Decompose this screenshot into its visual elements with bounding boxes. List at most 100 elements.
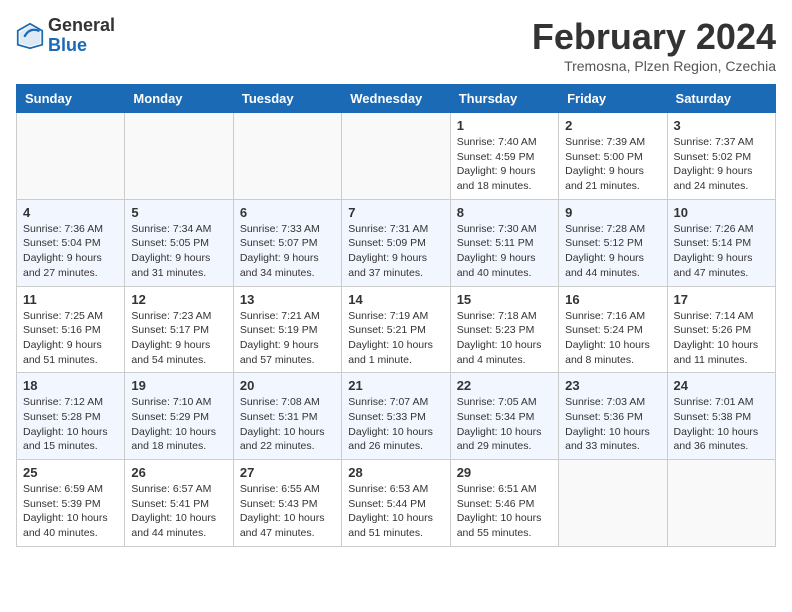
calendar-cell: 11Sunrise: 7:25 AM Sunset: 5:16 PM Dayli… <box>17 286 125 373</box>
day-info: Sunrise: 6:57 AM Sunset: 5:41 PM Dayligh… <box>131 482 226 541</box>
calendar-cell: 27 Sunrise: 6:55 AM Sunset: 5:43 PM Dayli… <box>233 460 341 547</box>
day-number: 24 <box>674 378 769 393</box>
logo-text: General Blue <box>48 16 115 56</box>
calendar-cell: 15 Sunrise: 7:18 AM Sunset: 5:23 PM Dayli… <box>450 286 558 373</box>
calendar-cell: 28Sunrise: 6:53 AM Sunset: 5:44 PM Dayli… <box>342 460 450 547</box>
calendar-cell: 17 Sunrise: 7:14 AM Sunset: 5:26 PM Dayli… <box>667 286 775 373</box>
calendar-cell: 8 Sunrise: 7:30 AM Sunset: 5:11 PM Daylig… <box>450 199 558 286</box>
day-number: 16 <box>565 292 660 307</box>
day-info: Sunrise: 7:03 AM Sunset: 5:36 PM Dayligh… <box>565 395 660 454</box>
day-number: 3 <box>674 118 769 133</box>
day-number: 17 <box>674 292 769 307</box>
calendar-cell: 12 Sunrise: 7:23 AM Sunset: 5:17 PM Dayli… <box>125 286 233 373</box>
logo-icon <box>16 22 44 50</box>
day-number: 5 <box>131 205 226 220</box>
day-info: Sunrise: 7:18 AM Sunset: 5:23 PM Dayligh… <box>457 309 552 368</box>
day-number: 23 <box>565 378 660 393</box>
calendar-cell <box>342 113 450 200</box>
calendar-cell: 29 Sunrise: 6:51 AM Sunset: 5:46 PM Dayli… <box>450 460 558 547</box>
calendar-cell: 13 Sunrise: 7:21 AM Sunset: 5:19 PM Dayli… <box>233 286 341 373</box>
logo-blue: Blue <box>48 35 87 55</box>
day-number: 12 <box>131 292 226 307</box>
day-info: Sunrise: 7:23 AM Sunset: 5:17 PM Dayligh… <box>131 309 226 368</box>
calendar-cell <box>17 113 125 200</box>
weekday-header-thursday: Thursday <box>450 85 558 113</box>
location: Tremosna, Plzen Region, Czechia <box>532 58 776 74</box>
day-info: Sunrise: 6:55 AM Sunset: 5:43 PM Dayligh… <box>240 482 335 541</box>
day-number: 13 <box>240 292 335 307</box>
day-number: 4 <box>23 205 118 220</box>
calendar-cell: 20 Sunrise: 7:08 AM Sunset: 5:31 PM Dayli… <box>233 373 341 460</box>
day-number: 15 <box>457 292 552 307</box>
calendar-cell: 19 Sunrise: 7:10 AM Sunset: 5:29 PM Dayli… <box>125 373 233 460</box>
day-number: 2 <box>565 118 660 133</box>
day-number: 6 <box>240 205 335 220</box>
calendar-cell: 6Sunrise: 7:33 AM Sunset: 5:07 PM Daylig… <box>233 199 341 286</box>
day-info: Sunrise: 7:34 AM Sunset: 5:05 PM Dayligh… <box>131 222 226 281</box>
day-number: 26 <box>131 465 226 480</box>
day-info: Sunrise: 7:10 AM Sunset: 5:29 PM Dayligh… <box>131 395 226 454</box>
day-info: Sunrise: 7:01 AM Sunset: 5:38 PM Dayligh… <box>674 395 769 454</box>
day-info: Sunrise: 6:51 AM Sunset: 5:46 PM Dayligh… <box>457 482 552 541</box>
day-info: Sunrise: 7:36 AM Sunset: 5:04 PM Dayligh… <box>23 222 118 281</box>
calendar-cell: 14 Sunrise: 7:19 AM Sunset: 5:21 PM Dayli… <box>342 286 450 373</box>
day-info: Sunrise: 7:39 AM Sunset: 5:00 PM Dayligh… <box>565 135 660 194</box>
day-number: 29 <box>457 465 552 480</box>
calendar-cell: 25Sunrise: 6:59 AM Sunset: 5:39 PM Dayli… <box>17 460 125 547</box>
page-header: General Blue February 2024 Tremosna, Plz… <box>16 16 776 74</box>
calendar-cell <box>667 460 775 547</box>
logo-general: General <box>48 15 115 35</box>
calendar-cell: 3 Sunrise: 7:37 AM Sunset: 5:02 PM Daylig… <box>667 113 775 200</box>
day-number: 14 <box>348 292 443 307</box>
logo: General Blue <box>16 16 115 56</box>
calendar-cell: 18Sunrise: 7:12 AM Sunset: 5:28 PM Dayli… <box>17 373 125 460</box>
calendar-week-row: 25Sunrise: 6:59 AM Sunset: 5:39 PM Dayli… <box>17 460 776 547</box>
day-info: Sunrise: 7:37 AM Sunset: 5:02 PM Dayligh… <box>674 135 769 194</box>
day-info: Sunrise: 7:31 AM Sunset: 5:09 PM Dayligh… <box>348 222 443 281</box>
day-info: Sunrise: 6:53 AM Sunset: 5:44 PM Dayligh… <box>348 482 443 541</box>
day-info: Sunrise: 7:21 AM Sunset: 5:19 PM Dayligh… <box>240 309 335 368</box>
day-info: Sunrise: 7:14 AM Sunset: 5:26 PM Dayligh… <box>674 309 769 368</box>
calendar: SundayMondayTuesdayWednesdayThursdayFrid… <box>16 84 776 547</box>
calendar-week-row: 1Sunrise: 7:40 AM Sunset: 4:59 PM Daylig… <box>17 113 776 200</box>
day-number: 8 <box>457 205 552 220</box>
day-number: 9 <box>565 205 660 220</box>
calendar-cell: 22Sunrise: 7:05 AM Sunset: 5:34 PM Dayli… <box>450 373 558 460</box>
calendar-cell: 10 Sunrise: 7:26 AM Sunset: 5:14 PM Dayli… <box>667 199 775 286</box>
day-info: Sunrise: 7:26 AM Sunset: 5:14 PM Dayligh… <box>674 222 769 281</box>
title-area: February 2024 Tremosna, Plzen Region, Cz… <box>532 16 776 74</box>
calendar-week-row: 18Sunrise: 7:12 AM Sunset: 5:28 PM Dayli… <box>17 373 776 460</box>
day-info: Sunrise: 7:30 AM Sunset: 5:11 PM Dayligh… <box>457 222 552 281</box>
calendar-cell <box>233 113 341 200</box>
day-number: 27 <box>240 465 335 480</box>
calendar-cell: 7Sunrise: 7:31 AM Sunset: 5:09 PM Daylig… <box>342 199 450 286</box>
day-info: Sunrise: 6:59 AM Sunset: 5:39 PM Dayligh… <box>23 482 118 541</box>
day-info: Sunrise: 7:08 AM Sunset: 5:31 PM Dayligh… <box>240 395 335 454</box>
calendar-cell: 4 Sunrise: 7:36 AM Sunset: 5:04 PM Daylig… <box>17 199 125 286</box>
calendar-cell: 21 Sunrise: 7:07 AM Sunset: 5:33 PM Dayli… <box>342 373 450 460</box>
calendar-cell: 9 Sunrise: 7:28 AM Sunset: 5:12 PM Daylig… <box>559 199 667 286</box>
day-number: 10 <box>674 205 769 220</box>
calendar-cell: 26 Sunrise: 6:57 AM Sunset: 5:41 PM Dayli… <box>125 460 233 547</box>
day-info: Sunrise: 7:19 AM Sunset: 5:21 PM Dayligh… <box>348 309 443 368</box>
calendar-cell: 24 Sunrise: 7:01 AM Sunset: 5:38 PM Dayli… <box>667 373 775 460</box>
weekday-header-friday: Friday <box>559 85 667 113</box>
weekday-header-monday: Monday <box>125 85 233 113</box>
day-info: Sunrise: 7:28 AM Sunset: 5:12 PM Dayligh… <box>565 222 660 281</box>
day-number: 18 <box>23 378 118 393</box>
day-info: Sunrise: 7:07 AM Sunset: 5:33 PM Dayligh… <box>348 395 443 454</box>
day-number: 21 <box>348 378 443 393</box>
day-number: 19 <box>131 378 226 393</box>
day-info: Sunrise: 7:25 AM Sunset: 5:16 PM Dayligh… <box>23 309 118 368</box>
month-title: February 2024 <box>532 16 776 58</box>
calendar-week-row: 11Sunrise: 7:25 AM Sunset: 5:16 PM Dayli… <box>17 286 776 373</box>
weekday-header-tuesday: Tuesday <box>233 85 341 113</box>
calendar-cell <box>559 460 667 547</box>
weekday-header-row: SundayMondayTuesdayWednesdayThursdayFrid… <box>17 85 776 113</box>
calendar-cell: 16 Sunrise: 7:16 AM Sunset: 5:24 PM Dayli… <box>559 286 667 373</box>
day-info: Sunrise: 7:16 AM Sunset: 5:24 PM Dayligh… <box>565 309 660 368</box>
weekday-header-wednesday: Wednesday <box>342 85 450 113</box>
day-info: Sunrise: 7:40 AM Sunset: 4:59 PM Dayligh… <box>457 135 552 194</box>
weekday-header-sunday: Sunday <box>17 85 125 113</box>
day-number: 20 <box>240 378 335 393</box>
